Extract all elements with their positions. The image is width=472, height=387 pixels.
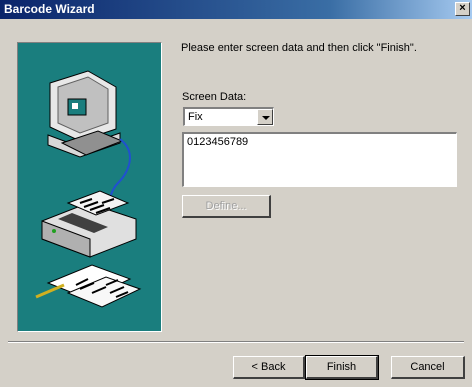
close-button[interactable]: × [455, 2, 470, 16]
window-title: Barcode Wizard [4, 2, 95, 16]
instruction-text: Please enter screen data and then click … [181, 42, 417, 54]
barcode-wizard-window: Barcode Wizard × Please enter screen dat… [0, 0, 472, 387]
back-button[interactable]: < Back [233, 356, 305, 379]
separator [8, 341, 464, 343]
cancel-button[interactable]: Cancel [391, 356, 465, 379]
chevron-down-icon[interactable] [257, 109, 273, 125]
screen-data-type-select[interactable]: Fix [183, 107, 274, 126]
computer-icon [47, 70, 124, 158]
screen-data-input[interactable]: 0123456789 [182, 132, 457, 187]
wizard-illustration [35, 70, 142, 308]
finish-button[interactable]: Finish [305, 355, 379, 380]
screen-data-label: Screen Data: [182, 91, 247, 103]
define-button[interactable]: Define... [182, 195, 271, 218]
barcode-labels-icon [35, 264, 142, 308]
screen-data-type-value: Fix [188, 111, 203, 123]
printer-icon [41, 190, 137, 258]
title-bar: Barcode Wizard × [0, 0, 472, 19]
wizard-illustration-panel [17, 42, 162, 332]
